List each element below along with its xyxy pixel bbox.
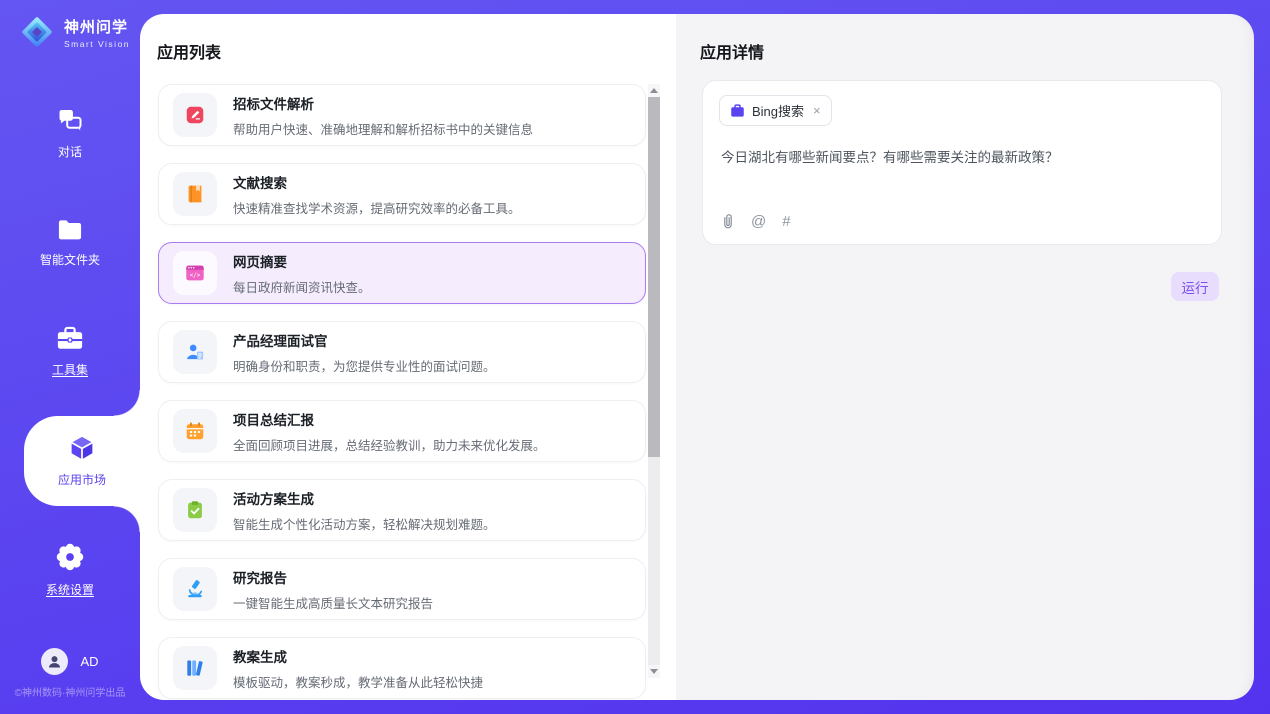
chat-icon: [56, 108, 84, 134]
tool-tag-label: Bing搜索: [752, 101, 804, 120]
app-name: 教案生成: [233, 646, 483, 666]
scroll-up-arrow-icon[interactable]: [648, 84, 660, 97]
app-detail-panel: 应用详情 Bing搜索 × 今日湖北有哪些新闻要点？有哪些需要关注的最新政策？ …: [676, 14, 1254, 700]
folder-icon: [56, 218, 84, 242]
brand-name: 神州问学: [64, 16, 130, 37]
app-name: 招标文件解析: [233, 93, 533, 113]
book-icon: [184, 183, 206, 205]
sidebar-item-label: 对话: [58, 143, 82, 160]
app-card-bid-parsing[interactable]: 招标文件解析 帮助用户快速、准确地理解和解析招标书中的关键信息: [158, 84, 646, 146]
tool-tag-bing-search[interactable]: Bing搜索 ×: [719, 95, 832, 126]
calendar-icon: [184, 420, 206, 442]
hashtag-icon[interactable]: #: [782, 213, 790, 230]
sidebar-item-label: 智能文件夹: [40, 251, 100, 268]
bubble-fillet-top: [114, 390, 140, 416]
browser-code-icon: </>: [184, 262, 206, 284]
brand-logo: 神州问学 Smart Vision: [18, 13, 130, 51]
sidebar-item-app-market[interactable]: 应用市场: [24, 416, 140, 506]
bubble-fillet-bottom: [114, 506, 140, 532]
sidebar-item-label: 系统设置: [46, 581, 94, 598]
app-name: 产品经理面试官: [233, 330, 496, 350]
app-icon-tile: </>: [173, 251, 217, 295]
scroll-down-arrow-icon[interactable]: [648, 665, 660, 678]
app-name: 研究报告: [233, 567, 433, 587]
app-desc: 模板驱动，教案秒成，教学准备从此轻松快捷: [233, 672, 483, 691]
sidebar-item-label: 工具集: [52, 361, 88, 378]
tag-close-icon[interactable]: ×: [813, 103, 821, 118]
app-desc: 明确身份和职责，为您提供专业性的面试问题。: [233, 356, 496, 375]
app-card-event-plan[interactable]: 活动方案生成 智能生成个性化活动方案，轻松解决规划难题。: [158, 479, 646, 541]
toolbox-icon: [55, 326, 85, 352]
avatar: [41, 648, 68, 675]
app-icon-tile: [173, 646, 217, 690]
app-name: 文献搜索: [233, 172, 521, 192]
app-icon-tile: [173, 93, 217, 137]
app-list-scrollbar[interactable]: [648, 84, 660, 692]
clipboard-check-icon: [184, 499, 206, 521]
app-card-project-summary[interactable]: 项目总结汇报 全面回顾项目进展，总结经验教训，助力未来优化发展。: [158, 400, 646, 462]
sidebar-item-settings[interactable]: 系统设置: [0, 542, 140, 598]
user-account[interactable]: AD: [0, 648, 140, 675]
brand-diamond-icon: [18, 13, 56, 51]
app-icon-tile: [173, 409, 217, 453]
app-desc: 智能生成个性化活动方案，轻松解决规划难题。: [233, 514, 496, 533]
svg-text:</>: </>: [190, 272, 201, 279]
briefcase-icon: [730, 104, 745, 118]
app-card-web-summary[interactable]: </> 网页摘要 每日政府新闻资讯快查。: [158, 242, 646, 304]
app-detail-title: 应用详情: [700, 39, 764, 63]
sidebar-item-smart-folder[interactable]: 智能文件夹: [0, 218, 140, 268]
sidebar-item-toolset[interactable]: 工具集: [0, 326, 140, 378]
sidebar-item-label: 应用市场: [58, 471, 106, 488]
sidebar-item-chat[interactable]: 对话: [0, 108, 140, 160]
user-initials: AD: [80, 654, 98, 669]
app-icon-tile: [173, 330, 217, 374]
copyright-footer: ©神州数码·神州问学出品: [0, 684, 140, 699]
app-icon-tile: [173, 567, 217, 611]
app-desc: 一键智能生成高质量长文本研究报告: [233, 593, 433, 612]
cube-icon: [67, 434, 97, 464]
interviewer-icon: [184, 341, 206, 363]
paperclip-icon[interactable]: [721, 213, 735, 230]
pen-square-icon: [184, 104, 206, 126]
sidebar: 神州问学 Smart Vision 对话 智能文件夹: [0, 0, 140, 714]
books-icon: [184, 657, 206, 679]
run-button[interactable]: 运行: [1171, 272, 1219, 301]
app-card-literature-search[interactable]: 文献搜索 快速精准查找学术资源，提高研究效率的必备工具。: [158, 163, 646, 225]
app-desc: 帮助用户快速、准确地理解和解析招标书中的关键信息: [233, 119, 533, 138]
app-desc: 每日政府新闻资讯快查。: [233, 277, 371, 296]
app-icon-tile: [173, 172, 217, 216]
microscope-icon: [184, 578, 206, 600]
prompt-input[interactable]: 今日湖北有哪些新闻要点？有哪些需要关注的最新政策？: [721, 149, 1203, 168]
gear-icon: [55, 542, 85, 572]
prompt-card[interactable]: Bing搜索 × 今日湖北有哪些新闻要点？有哪些需要关注的最新政策？ @ #: [702, 80, 1222, 245]
app-card-lesson-plan[interactable]: 教案生成 模板驱动，教案秒成，教学准备从此轻松快捷: [158, 637, 646, 699]
app-card-research-report[interactable]: 研究报告 一键智能生成高质量长文本研究报告: [158, 558, 646, 620]
mention-icon[interactable]: @: [751, 213, 766, 230]
app-name: 项目总结汇报: [233, 409, 546, 429]
app-list-title: 应用列表: [157, 39, 221, 63]
prompt-toolbar: @ #: [721, 213, 791, 230]
app-card-pm-interviewer[interactable]: 产品经理面试官 明确身份和职责，为您提供专业性的面试问题。: [158, 321, 646, 383]
brand-subtitle: Smart Vision: [64, 39, 130, 49]
scrollbar-thumb[interactable]: [648, 97, 660, 457]
app-desc: 全面回顾项目进展，总结经验教训，助力未来优化发展。: [233, 435, 546, 454]
app-desc: 快速精准查找学术资源，提高研究效率的必备工具。: [233, 198, 521, 217]
app-icon-tile: [173, 488, 217, 532]
app-name: 活动方案生成: [233, 488, 496, 508]
app-name: 网页摘要: [233, 251, 371, 271]
app-list-panel: 应用列表 招标文件解析 帮助用户快速、准确地理解和解析招标书中的关键信息 文献搜…: [140, 14, 676, 700]
